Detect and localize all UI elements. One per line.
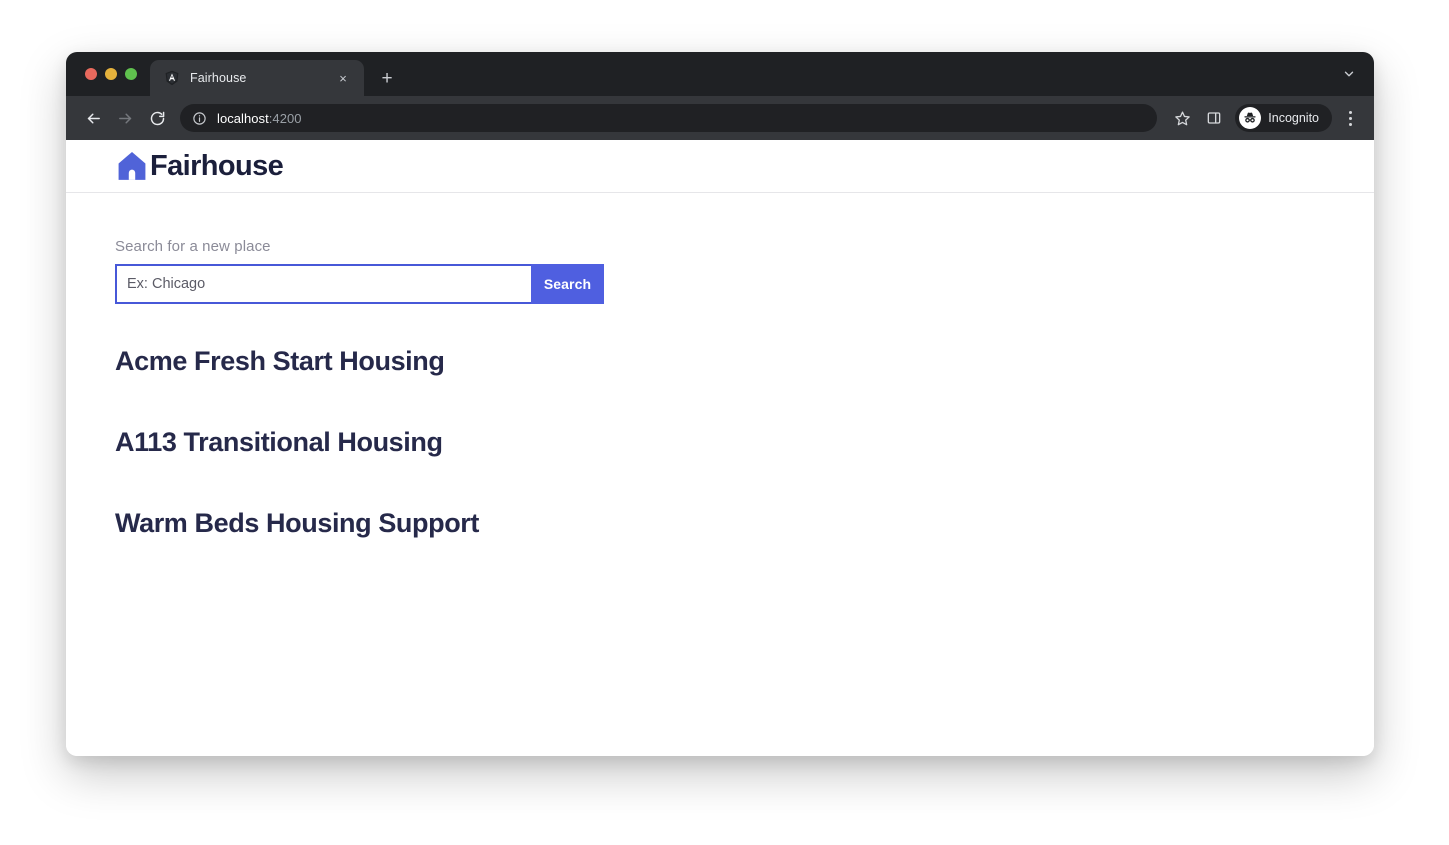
tab-strip: Fairhouse × + — [66, 52, 1374, 96]
window-traffic-lights — [66, 52, 150, 96]
info-icon[interactable] — [192, 111, 208, 126]
tab-title: Fairhouse — [190, 71, 247, 85]
new-tab-button[interactable]: + — [372, 63, 402, 93]
search-input[interactable] — [115, 264, 531, 304]
browser-tab[interactable]: Fairhouse × — [150, 60, 364, 96]
angular-icon — [164, 70, 180, 86]
chevron-down-icon[interactable] — [1336, 61, 1362, 87]
brand-name: Fairhouse — [150, 149, 284, 182]
address-bar[interactable]: localhost:4200 — [180, 104, 1158, 132]
listing-item[interactable]: Warm Beds Housing Support — [115, 508, 1374, 539]
address-bar-port: :4200 — [268, 110, 302, 126]
reload-icon[interactable] — [142, 103, 172, 133]
star-icon[interactable] — [1167, 103, 1197, 133]
address-bar-host: localhost — [217, 110, 269, 126]
search-form: Search — [115, 264, 604, 304]
profile-chip[interactable]: Incognito — [1235, 104, 1332, 132]
profile-label: Incognito — [1268, 111, 1319, 125]
house-icon — [115, 149, 149, 183]
housing-listings: Acme Fresh Start Housing A113 Transition… — [115, 346, 1374, 539]
window-minimize-button[interactable] — [105, 68, 117, 80]
window-close-button[interactable] — [85, 68, 97, 80]
address-bar-url: localhost:4200 — [217, 111, 302, 126]
back-arrow-icon[interactable] — [78, 103, 108, 133]
window-zoom-button[interactable] — [125, 68, 137, 80]
browser-toolbar: localhost:4200 Incognito — [66, 96, 1374, 140]
forward-arrow-icon — [110, 103, 140, 133]
listing-item[interactable]: Acme Fresh Start Housing — [115, 346, 1374, 377]
search-label: Search for a new place — [115, 238, 271, 255]
three-dot-menu-icon[interactable] — [1336, 103, 1364, 133]
site-header: Fairhouse — [66, 140, 1374, 193]
incognito-hat-icon — [1239, 107, 1262, 129]
listing-item[interactable]: A113 Transitional Housing — [115, 427, 1374, 458]
main-content: Search for a new place Search Acme Fresh… — [66, 193, 1374, 539]
page-viewport: Fairhouse Search for a new place Search … — [66, 140, 1374, 756]
search-button[interactable]: Search — [531, 264, 604, 304]
close-icon[interactable]: × — [332, 67, 354, 89]
browser-window: Fairhouse × + localhost:4200 Incognito F… — [66, 52, 1374, 756]
side-panel-icon[interactable] — [1199, 103, 1229, 133]
brand-home-link[interactable]: Fairhouse — [115, 149, 284, 183]
